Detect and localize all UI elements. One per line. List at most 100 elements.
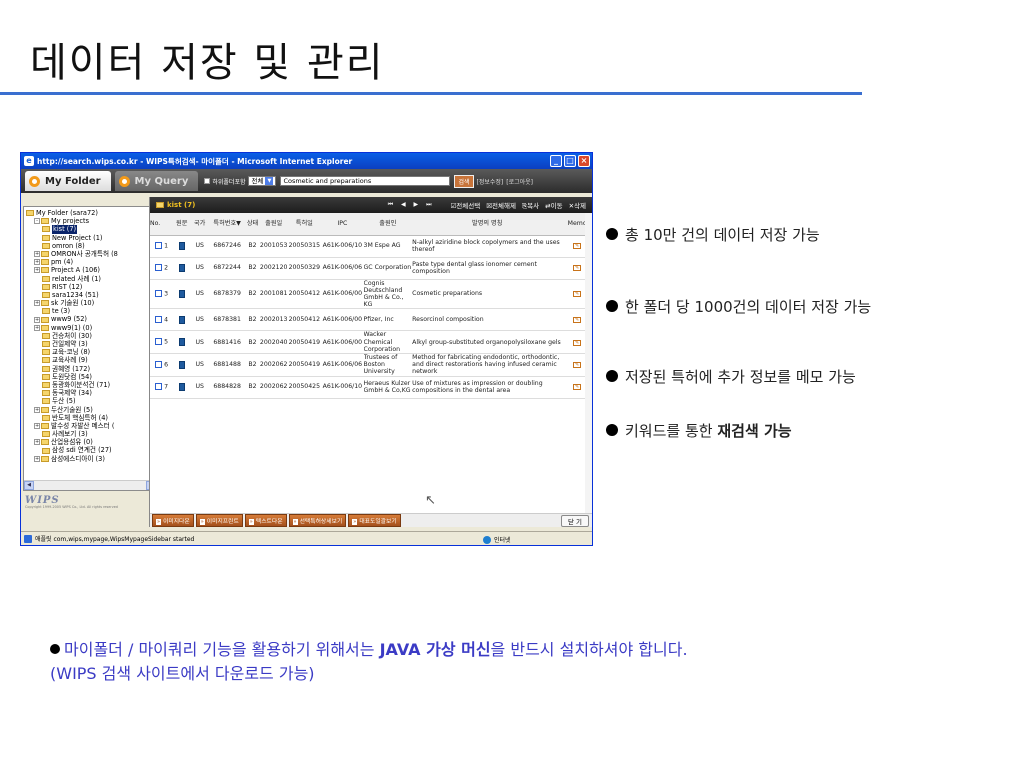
original-doc-cell[interactable] <box>173 353 191 377</box>
column-header[interactable]: 출원인 <box>363 213 413 236</box>
column-header[interactable]: 국가 <box>190 213 210 236</box>
invention-title-link[interactable]: Alkyl group-substituted organopolysiloxa… <box>412 330 563 354</box>
tree-item[interactable]: kist (7) <box>24 225 155 234</box>
tree-item[interactable]: 반도체 핵심특허 (4) <box>24 414 155 422</box>
tree-item[interactable]: + www9(1) (0) <box>24 324 155 332</box>
copy-button[interactable]: ⎘복사 <box>522 200 539 211</box>
tree-item[interactable]: 건승처이 (30) <box>24 332 155 340</box>
expand-icon[interactable]: + <box>34 422 40 429</box>
deselect-all-button[interactable]: ☒전체해제 <box>486 200 516 210</box>
image-print-button[interactable]: » 이미지프린트 <box>195 514 243 527</box>
close-button[interactable]: 닫 기 <box>560 514 589 527</box>
tree-item[interactable]: + 삼성에스디아이 (3) <box>24 455 155 463</box>
row-select-cell[interactable]: 3 <box>150 279 174 310</box>
row-checkbox[interactable] <box>155 383 163 391</box>
minimize-icon[interactable]: _ <box>550 155 562 167</box>
scroll-left-icon[interactable]: ◀ <box>24 481 34 490</box>
list-vertical-scrollbar[interactable] <box>585 213 592 513</box>
memo-icon[interactable]: ✎ <box>573 384 582 391</box>
invention-title-link[interactable]: Use of mixtures as impression or doublin… <box>412 376 563 399</box>
scope-select[interactable]: 전체 ▼ <box>248 176 277 186</box>
original-doc-cell[interactable] <box>173 308 191 332</box>
patent-number-link[interactable]: 6867246 <box>209 235 246 258</box>
column-header[interactable]: 특허일 <box>287 213 322 236</box>
tab-my-query[interactable]: My Query <box>114 171 199 191</box>
expand-icon[interactable]: + <box>34 300 40 307</box>
table-row[interactable]: 3US6878379B22001081620050412A61K-006/00C… <box>150 279 592 310</box>
invention-title-link[interactable]: Cosmetic preparations <box>412 279 563 310</box>
tree-item[interactable]: 건일제약 (3) <box>24 340 155 348</box>
patent-number-link[interactable]: 6881488 <box>209 353 246 377</box>
tree-item[interactable]: - My projects <box>24 217 155 225</box>
document-icon[interactable] <box>178 315 185 324</box>
row-select-cell[interactable]: 7 <box>150 376 174 399</box>
memo-icon[interactable]: ✎ <box>573 265 582 272</box>
original-doc-cell[interactable] <box>173 235 191 258</box>
tree-item[interactable]: + sk 기술원 (10) <box>24 299 155 307</box>
patent-number-link[interactable]: 6878379 <box>209 279 246 310</box>
tree-item[interactable]: RIST (12) <box>24 283 155 291</box>
expand-icon[interactable]: + <box>34 406 40 413</box>
maximize-icon[interactable]: □ <box>564 155 576 167</box>
tree-item[interactable]: + OMRON사 공개특허 (8 <box>24 250 155 258</box>
search-button[interactable]: 검색 <box>454 174 474 188</box>
tree-item[interactable]: 동광화이분석건 (71) <box>24 381 155 389</box>
table-row[interactable]: 7 US6884828B22002062820050425A61K-006/10H… <box>150 376 592 399</box>
patent-number-link[interactable]: 6872244 <box>209 257 246 280</box>
memo-icon[interactable]: ✎ <box>573 317 582 324</box>
move-button[interactable]: ⇄이동 <box>545 200 562 210</box>
column-header[interactable]: 출원일 <box>259 213 288 236</box>
tree-item[interactable]: + 두산기술원 (5) <box>24 406 155 414</box>
memo-icon[interactable]: ✎ <box>573 291 582 298</box>
logout-link[interactable]: [로그아웃] <box>506 177 533 186</box>
text-download-button[interactable]: » 텍스트다운 <box>244 514 287 527</box>
table-row[interactable]: 1 US6867246B22001053020050315A61K-006/103… <box>150 235 592 258</box>
memo-icon[interactable]: ✎ <box>573 339 582 346</box>
column-header[interactable]: 상태 <box>245 213 260 236</box>
table-row[interactable]: 6 US6881488B22002062120050419A61K-006/06T… <box>150 353 592 377</box>
row-select-cell[interactable]: 2 <box>150 257 174 280</box>
expand-icon[interactable]: + <box>34 455 40 462</box>
original-doc-cell[interactable] <box>173 279 191 310</box>
include-subfolders-checkbox[interactable]: 하위폴더포함 <box>204 177 245 186</box>
expand-icon[interactable]: + <box>34 439 40 446</box>
tree-item[interactable]: 교육-코닝 (8) <box>24 348 155 356</box>
collapse-icon[interactable]: - <box>34 218 40 225</box>
column-header[interactable]: No. <box>150 213 174 236</box>
tree-item[interactable]: 삼성 sdi 연계건 (27) <box>24 446 155 454</box>
expand-icon[interactable]: + <box>34 316 40 323</box>
search-input[interactable]: Cosmetic and preparations <box>280 176 451 186</box>
original-doc-cell[interactable] <box>173 330 191 354</box>
row-checkbox[interactable] <box>155 315 163 323</box>
tree-item[interactable]: + Project A (106) <box>24 266 155 274</box>
select-all-button[interactable]: ☑전체선택 <box>450 200 480 210</box>
document-icon[interactable] <box>178 289 185 298</box>
tree-item[interactable]: New Project (1) <box>24 234 155 242</box>
column-header[interactable]: 원문 <box>173 213 191 236</box>
patent-number-link[interactable]: 6884828 <box>209 376 246 399</box>
invention-title-link[interactable]: N-alkyl aziridine block copolymers and t… <box>412 235 563 258</box>
tree-item[interactable]: 도원닷컴 (54) <box>24 373 155 381</box>
original-doc-cell[interactable] <box>173 257 191 280</box>
patent-number-link[interactable]: 6878381 <box>209 308 246 332</box>
tab-my-folder[interactable]: My Folder <box>25 171 111 191</box>
expand-icon[interactable]: + <box>34 324 40 331</box>
tree-item[interactable]: omron (8) <box>24 242 155 250</box>
column-header[interactable]: IPC <box>321 213 364 236</box>
representative-drawings-button[interactable]: » 대표도일괄보기 <box>348 514 401 527</box>
row-checkbox[interactable] <box>155 338 163 346</box>
document-icon[interactable] <box>178 263 185 272</box>
document-icon[interactable] <box>178 382 185 391</box>
invention-title-link[interactable]: Paste type dental glass ionomer cement c… <box>412 257 563 280</box>
close-icon[interactable]: × <box>578 155 590 167</box>
selected-detail-button[interactable]: » 선택특허상세보기 <box>288 514 347 527</box>
row-select-cell[interactable]: 1 <box>150 235 174 258</box>
patent-number-link[interactable]: 6881416 <box>209 330 246 354</box>
table-row[interactable]: 4 US6878381B22002013020050412A61K-006/00P… <box>150 308 592 332</box>
row-checkbox[interactable] <box>155 264 163 272</box>
tree-item[interactable]: 권혜영 (172) <box>24 365 155 373</box>
row-select-cell[interactable]: 6 <box>150 353 174 377</box>
expand-icon[interactable]: + <box>34 259 40 266</box>
tree-item[interactable]: related 사례 (1) <box>24 275 155 283</box>
invention-title-link[interactable]: Resorcinol composition <box>412 308 563 332</box>
